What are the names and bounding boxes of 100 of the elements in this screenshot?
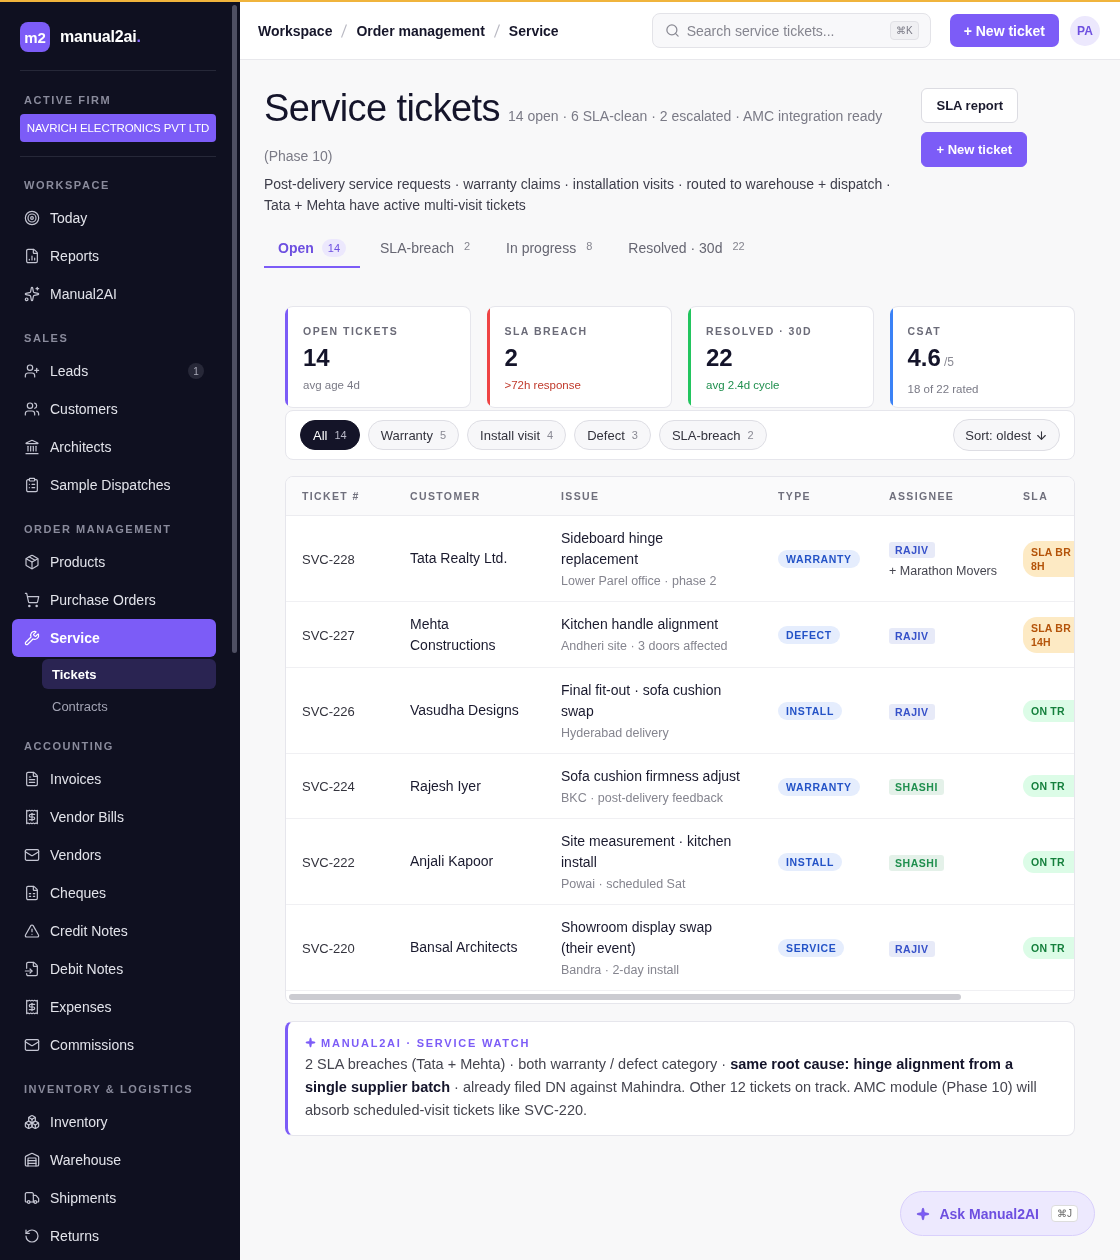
new-ticket-button[interactable]: + New ticket <box>921 132 1027 167</box>
breadcrumb-link[interactable]: Service <box>508 22 559 39</box>
column-header: ISSUE <box>545 477 762 515</box>
sidebar-item[interactable]: Shipments <box>12 1179 216 1217</box>
section-label: SALES <box>24 332 70 345</box>
sidebar-item[interactable]: Purchase Orders <box>12 581 216 619</box>
sidebar-item[interactable]: Service <box>12 619 216 657</box>
sidebar-item[interactable]: Warehouse <box>12 1141 216 1179</box>
section-label: ACTIVE FIRM <box>24 94 113 107</box>
assignee-tag: RAJIV <box>889 703 935 720</box>
sidebar-item[interactable]: Cheques <box>12 874 216 912</box>
sla-status-badge: ON TR <box>1023 775 1074 797</box>
sla-status-badge: ON TR <box>1023 699 1074 722</box>
sidebar-item[interactable]: Expenses <box>12 988 216 1026</box>
issue-title: Site measurement · kitchen install <box>561 831 733 872</box>
sidebar-item[interactable]: Debit Notes <box>12 950 216 988</box>
slash-icon <box>341 23 348 38</box>
sidebar-item[interactable]: Vendor Bills <box>12 798 216 836</box>
sidebar-item[interactable]: Vendors <box>12 836 216 874</box>
warning-icon <box>24 923 40 939</box>
stat-value: 22 <box>706 343 733 373</box>
ticket-number: SVC-224 <box>302 779 355 794</box>
filter-chip[interactable]: SLA-breach 2 <box>658 420 767 450</box>
sidebar-item[interactable]: Architects <box>12 428 216 466</box>
insight-text: 2 SLA breaches (Tata + Mehta) · both warranty / defect category · same root cause: hinge alignment from a single supplier batch · already filed DN against Mahindra. Other 12 tickets on track. AMC module (Phase 10) will absorb scheduled-visit tickets like SVC-220. <box>305 1054 1038 1120</box>
stat-unit: /5 <box>943 354 954 371</box>
filter-chip[interactable]: Install visit 4 <box>467 420 567 450</box>
envelope-icon <box>24 847 40 863</box>
sidebar-item[interactable]: Credit Notes <box>12 912 216 950</box>
issue-note: Bandra · 2-day install <box>561 961 681 979</box>
column-header: CUSTOMER <box>394 477 545 515</box>
sidebar-item[interactable]: Today <box>12 199 216 237</box>
stat-value: 4.6 <box>907 343 941 373</box>
sidebar-item[interactable]: Products <box>12 543 216 581</box>
firm-selector[interactable]: NAVRICH ELECTRONICS PVT LTD <box>20 114 216 142</box>
issue-title: Kitchen handle alignment <box>561 615 720 634</box>
stat-note: avg 2.4d cycle <box>706 378 781 393</box>
section-label: WORKSPACE <box>24 179 111 192</box>
customer-name: Mehta Constructions <box>410 614 497 655</box>
assignee-tag: RAJIV <box>889 940 935 957</box>
scrollbar-thumb[interactable] <box>232 5 237 653</box>
tab-count: 22 <box>731 239 746 253</box>
new-ticket-button[interactable]: + New ticket <box>949 14 1059 47</box>
insight-title: MANUAL2AI · SERVICE WATCH <box>321 1036 531 1049</box>
sidebar-item[interactable]: Sample Dispatches <box>12 466 216 504</box>
sidebar-item[interactable]: Customers <box>12 390 216 428</box>
column-header: ASSIGNEE <box>873 477 1019 515</box>
issue-note: Lower Parel office · phase 2 <box>561 572 718 590</box>
user-avatar[interactable]: PA <box>1070 15 1100 46</box>
sidebar-item[interactable]: Inventory <box>12 1103 216 1141</box>
ticket-number: SVC-228 <box>302 551 355 567</box>
sidebar-item[interactable]: Commissions <box>12 1026 216 1064</box>
column-header: SLA <box>1019 477 1074 515</box>
issue-note: Hyderabad delivery <box>561 724 670 742</box>
customer-name: Tata Realty Ltd. <box>410 549 509 568</box>
type-badge: WARRANTY <box>778 550 860 568</box>
receipt-icon <box>24 809 40 825</box>
customer-name: Rajesh Iyer <box>410 776 482 796</box>
report-button[interactable]: SLA report <box>921 88 1019 123</box>
sidebar-subitem[interactable]: Tickets <box>42 659 216 689</box>
issue-note: Powai · scheduled Sat <box>561 875 687 893</box>
tab[interactable]: Open 14 <box>264 231 361 268</box>
type-badge: INSTALL <box>778 853 842 871</box>
tab[interactable]: In progress 8 <box>492 231 609 268</box>
brand-name: manual2ai. <box>60 28 141 46</box>
filter-chip[interactable]: All 14 <box>300 420 360 450</box>
rotate-arrow-icon <box>24 1228 40 1244</box>
truck-icon <box>24 1190 40 1206</box>
package-icon <box>24 554 40 570</box>
target-icon <box>24 210 40 226</box>
users-icon <box>24 401 40 417</box>
bank-building-icon <box>24 439 40 455</box>
tab[interactable]: SLA-breach 2 <box>366 231 487 268</box>
filter-chip[interactable]: Warranty 5 <box>367 420 460 450</box>
ask-ai-button[interactable]: Ask Manual2AI ⌘J <box>900 1191 1095 1236</box>
breadcrumb-link[interactable]: Order management <box>356 22 485 39</box>
breadcrumb-link[interactable]: Workspace <box>258 22 333 39</box>
filter-chip[interactable]: Defect 3 <box>574 420 651 450</box>
tab[interactable]: Resolved · 30d 22 <box>614 231 761 268</box>
chip-count: 2 <box>747 429 754 441</box>
sidebar-item[interactable]: Invoices <box>12 760 216 798</box>
sidebar-item[interactable]: Manual2AI <box>12 275 216 313</box>
stat-value: 2 <box>504 343 518 373</box>
ticket-number: SVC-227 <box>302 627 355 643</box>
sort-button[interactable]: Sort: oldest <box>953 419 1060 451</box>
sla-status-badge: ON TR <box>1023 850 1074 873</box>
sla-status-badge: ON TR <box>1023 936 1074 959</box>
user-plus-icon <box>24 363 40 379</box>
sidebar-subitem[interactable]: Contracts <box>42 691 216 721</box>
sidebar-item[interactable]: Reports <box>12 237 216 275</box>
sidebar-item[interactable]: Leads 1 <box>12 352 216 390</box>
wrench-icon <box>24 630 40 646</box>
sidebar-item[interactable]: Returns <box>12 1217 216 1255</box>
scrollbar-thumb[interactable] <box>289 993 961 1000</box>
stat-label: SLA BREACH <box>504 324 589 338</box>
issue-title: Final fit-out · sofa cushion swap <box>561 680 723 721</box>
sparkle-icon <box>916 1206 931 1221</box>
section-label: ORDER MANAGEMENT <box>24 523 173 536</box>
chip-count: 14 <box>334 429 347 441</box>
count-badge: 1 <box>188 363 204 379</box>
